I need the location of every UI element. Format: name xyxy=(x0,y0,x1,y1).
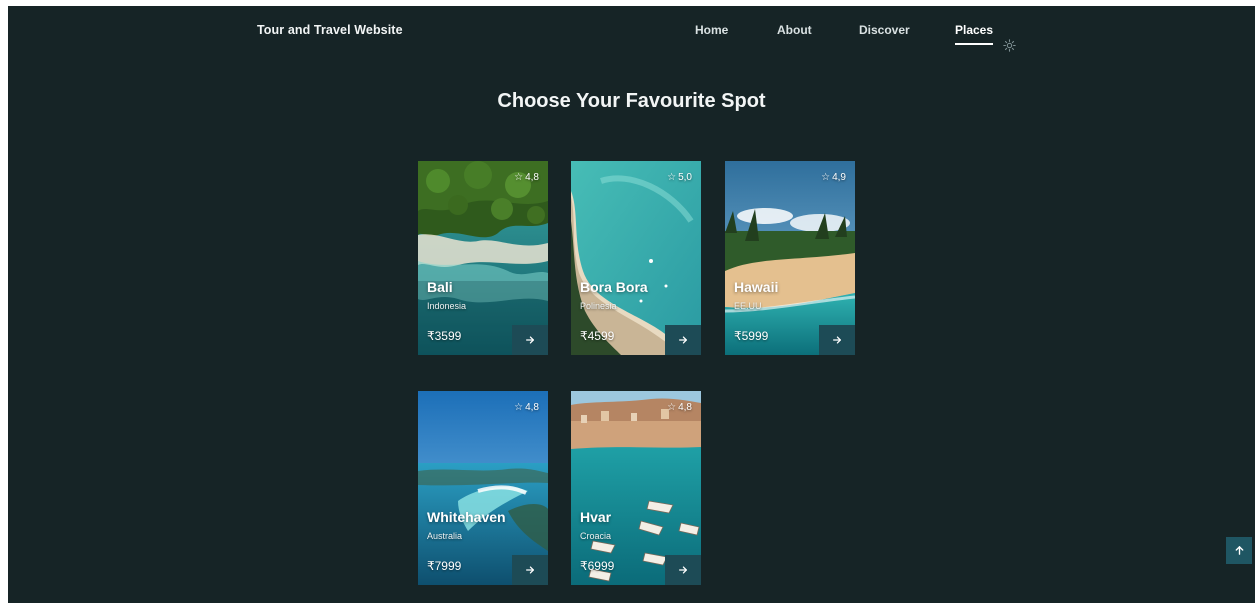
place-price: ₹3599 xyxy=(427,329,462,343)
place-country: Australia xyxy=(427,531,463,541)
arrow-right-icon xyxy=(526,566,534,574)
site-header: Tour and Travel Website Home About Disco… xyxy=(8,6,1255,56)
star-icon: ☆ xyxy=(667,172,677,183)
view-place-button[interactable] xyxy=(512,325,548,355)
view-place-button[interactable] xyxy=(819,325,855,355)
place-price: ₹4599 xyxy=(580,329,615,343)
arrow-right-icon xyxy=(833,336,841,344)
star-icon: ☆ xyxy=(667,402,677,413)
place-name: Hvar xyxy=(580,509,612,525)
view-place-button[interactable] xyxy=(512,555,548,585)
arrow-up-icon xyxy=(1235,546,1243,555)
place-card-hvar[interactable]: ☆ 4,8 Hvar Croacia ₹6999 xyxy=(571,391,701,585)
place-country: EE.UU xyxy=(734,301,762,311)
arrow-right-icon xyxy=(679,336,687,344)
rating: ☆ 4,8 xyxy=(514,172,539,183)
place-country: Polinesia xyxy=(580,301,617,311)
nav-discover[interactable]: Discover xyxy=(859,23,910,37)
star-icon: ☆ xyxy=(514,402,524,413)
place-price: ₹6999 xyxy=(580,559,615,573)
main-nav: Home About Discover Places xyxy=(8,23,1255,53)
arrow-right-icon xyxy=(679,566,687,574)
place-name: Hawaii xyxy=(734,279,779,295)
view-place-button[interactable] xyxy=(665,555,701,585)
place-card-bora-bora[interactable]: ☆ 5,0 Bora Bora Polinesia ₹4599 xyxy=(571,161,701,355)
view-place-button[interactable] xyxy=(665,325,701,355)
nav-home[interactable]: Home xyxy=(695,23,728,37)
place-name: Bali xyxy=(427,279,453,295)
rating: ☆ 4,8 xyxy=(514,402,539,413)
sun-icon[interactable] xyxy=(1001,37,1017,53)
place-card-bali[interactable]: ☆ 4,8 Bali Indonesia ₹3599 xyxy=(418,161,548,355)
place-country: Croacia xyxy=(580,531,612,541)
place-price: ₹7999 xyxy=(427,559,462,573)
place-country: Indonesia xyxy=(427,301,467,311)
nav-about[interactable]: About xyxy=(777,23,812,37)
nav-places[interactable]: Places xyxy=(955,23,994,45)
place-name: Whitehaven xyxy=(427,509,506,525)
rating: ☆ 5,0 xyxy=(667,172,692,183)
page-viewport: Tour and Travel Website Home About Disco… xyxy=(8,6,1255,603)
section-title: Choose Your Favourite Spot xyxy=(497,90,766,112)
star-icon: ☆ xyxy=(514,172,524,183)
place-name: Bora Bora xyxy=(580,279,648,295)
star-icon: ☆ xyxy=(821,172,831,183)
scroll-up-button[interactable] xyxy=(1226,537,1252,564)
place-card-hawaii[interactable]: ☆ 4,9 Hawaii EE.UU ₹5999 xyxy=(725,161,855,355)
rating: ☆ 4,9 xyxy=(821,172,846,183)
place-card-whitehaven[interactable]: ☆ 4,8 Whitehaven Australia ₹7999 xyxy=(418,391,548,585)
arrow-right-icon xyxy=(526,336,534,344)
place-price: ₹5999 xyxy=(734,329,769,343)
rating: ☆ 4,8 xyxy=(667,402,692,413)
